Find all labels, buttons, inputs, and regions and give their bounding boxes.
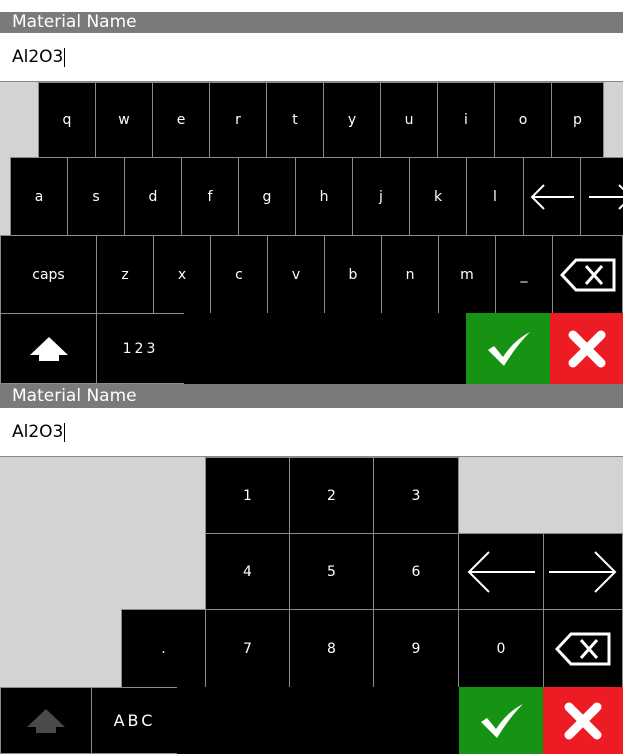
- key-j[interactable]: j: [352, 157, 410, 236]
- cancel-button[interactable]: [543, 687, 623, 754]
- material-name-input[interactable]: Al2O3: [0, 33, 623, 82]
- key-7[interactable]: 7: [205, 609, 290, 688]
- shift-up-icon: [27, 708, 65, 733]
- caps-key[interactable]: caps: [0, 235, 97, 314]
- key-m[interactable]: m: [438, 235, 496, 314]
- alpha-mode-key[interactable]: ABC: [91, 687, 178, 754]
- key-8[interactable]: 8: [289, 609, 374, 688]
- key-6[interactable]: 6: [373, 533, 459, 610]
- key-1[interactable]: 1: [205, 457, 290, 534]
- key-3[interactable]: 3: [373, 457, 459, 534]
- key-w[interactable]: w: [95, 82, 153, 158]
- key-n[interactable]: n: [381, 235, 439, 314]
- key-t[interactable]: t: [266, 82, 324, 158]
- key-i[interactable]: i: [437, 82, 495, 158]
- input-title: Material Name: [0, 384, 623, 408]
- key-f[interactable]: f: [181, 157, 239, 236]
- key-s[interactable]: s: [67, 157, 125, 236]
- key-e[interactable]: e: [152, 82, 210, 158]
- key-9[interactable]: 9: [373, 609, 459, 688]
- key-r[interactable]: r: [209, 82, 267, 158]
- numeric-mode-key[interactable]: 123: [96, 313, 185, 384]
- key-y[interactable]: y: [323, 82, 381, 158]
- numeric-keys-area: 1 2 3 4 5 6 . 7 8 9 0 ABC: [0, 457, 623, 754]
- shift-key[interactable]: [0, 313, 97, 384]
- key-b[interactable]: b: [324, 235, 382, 314]
- alpha-keys-area: q w e r t y u i o p a s d f g h j k l ca…: [0, 82, 623, 384]
- text-caret: [64, 422, 66, 442]
- left-arrow-icon: [467, 550, 535, 593]
- text-caret: [64, 47, 66, 67]
- shift-up-icon: [29, 336, 68, 361]
- left-arrow-icon: [530, 183, 574, 210]
- key-k[interactable]: k: [409, 157, 467, 236]
- input-title: Material Name: [0, 12, 623, 33]
- cursor-right-button[interactable]: [543, 533, 623, 610]
- cancel-button[interactable]: [550, 313, 623, 384]
- cursor-left-button[interactable]: [523, 157, 581, 236]
- confirm-button[interactable]: [466, 313, 551, 384]
- key-0[interactable]: 0: [458, 609, 544, 688]
- key-z[interactable]: z: [96, 235, 154, 314]
- key-l[interactable]: l: [466, 157, 524, 236]
- decimal-point-key[interactable]: .: [121, 609, 206, 688]
- cursor-left-button[interactable]: [458, 533, 544, 610]
- key-q[interactable]: q: [38, 82, 96, 158]
- input-value: Al2O3: [12, 422, 64, 442]
- close-x-icon: [568, 330, 605, 367]
- checkmark-icon: [487, 331, 530, 366]
- key-underscore[interactable]: _: [495, 235, 553, 314]
- cursor-right-button[interactable]: [580, 157, 623, 236]
- right-arrow-icon: [549, 550, 617, 593]
- backspace-icon: [555, 632, 611, 665]
- key-g[interactable]: g: [238, 157, 296, 236]
- key-c[interactable]: c: [210, 235, 268, 314]
- backspace-button[interactable]: [543, 609, 623, 688]
- key-x[interactable]: x: [153, 235, 211, 314]
- numeric-keyboard-panel: Material Name Al2O3 1 2 3 4 5 6 . 7 8 9 …: [0, 384, 623, 754]
- backspace-button[interactable]: [552, 235, 623, 314]
- key-u[interactable]: u: [380, 82, 438, 158]
- key-o[interactable]: o: [494, 82, 552, 158]
- checkmark-icon: [480, 703, 523, 738]
- key-4[interactable]: 4: [205, 533, 290, 610]
- space-key[interactable]: [177, 687, 460, 754]
- key-p[interactable]: p: [551, 82, 604, 158]
- key-v[interactable]: v: [267, 235, 325, 314]
- shift-key: [0, 687, 92, 754]
- right-arrow-icon: [589, 183, 623, 210]
- input-value: Al2O3: [12, 47, 64, 67]
- key-5[interactable]: 5: [289, 533, 374, 610]
- close-x-icon: [564, 702, 602, 739]
- confirm-button[interactable]: [459, 687, 544, 754]
- key-2[interactable]: 2: [289, 457, 374, 534]
- space-key[interactable]: [184, 313, 467, 384]
- key-a[interactable]: a: [10, 157, 68, 236]
- backspace-icon: [559, 258, 615, 291]
- key-d[interactable]: d: [124, 157, 182, 236]
- alpha-keyboard-panel: Material Name Al2O3 q w e r t y u i o p …: [0, 0, 623, 384]
- material-name-input[interactable]: Al2O3: [0, 408, 623, 457]
- key-h[interactable]: h: [295, 157, 353, 236]
